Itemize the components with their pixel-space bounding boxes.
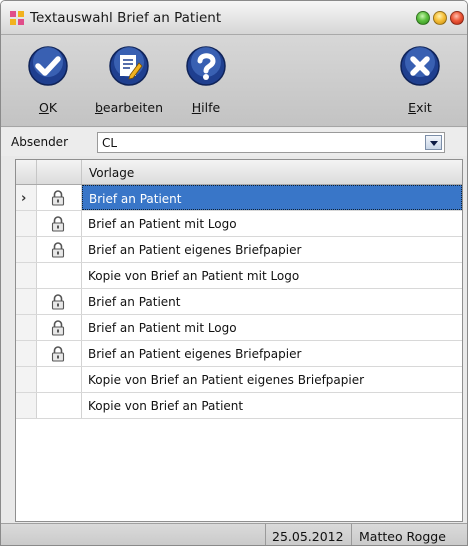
status-bar: 25.05.2012 Matteo Rogge <box>1 523 467 545</box>
bearbeiten-label: earbeiten <box>102 100 164 115</box>
row-vorlage-cell[interactable]: Brief an Patient mit Logo <box>82 315 462 340</box>
absender-value: CL <box>102 136 118 150</box>
lock-icon <box>51 346 65 362</box>
exit-button[interactable]: Exit <box>385 45 455 125</box>
lock-icon <box>51 216 65 232</box>
exit-label: xit <box>416 100 432 115</box>
table-row[interactable]: Kopie von Brief an Patient <box>16 393 462 419</box>
header-vorlage-label: Vorlage <box>89 166 135 180</box>
hilfe-mnemonic: H <box>191 100 202 115</box>
maximize-button[interactable] <box>416 11 430 25</box>
ok-mnemonic: O <box>38 100 49 115</box>
window-title: Textauswahl Brief an Patient <box>30 10 222 26</box>
ok-label: K <box>48 100 58 115</box>
close-x-icon <box>400 46 440 86</box>
toolbar: OK bearbeiten Hilfe Exit <box>1 35 467 127</box>
row-indicator[interactable] <box>16 237 37 262</box>
row-indicator[interactable] <box>16 211 37 236</box>
row-vorlage-cell[interactable]: Brief an Patient <box>82 185 462 210</box>
row-lock-cell <box>37 263 82 288</box>
row-indicator[interactable] <box>16 341 37 366</box>
bearbeiten-button[interactable]: bearbeiten <box>94 45 164 125</box>
app-window: Textauswahl Brief an Patient OK bearbeit… <box>0 0 468 546</box>
minimize-button[interactable] <box>433 11 447 25</box>
table-row[interactable]: › Brief an Patient <box>16 185 462 211</box>
row-lock-cell <box>37 315 82 340</box>
row-vorlage-cell[interactable]: Kopie von Brief an Patient mit Logo <box>82 263 462 288</box>
header-indicator-column <box>16 160 37 184</box>
table-row[interactable]: Brief an Patient <box>16 289 462 315</box>
lock-icon <box>51 294 65 310</box>
app-icon <box>10 11 24 25</box>
table-row[interactable]: Brief an Patient mit Logo <box>16 211 462 237</box>
table-row[interactable]: Brief an Patient eigenes Briefpapier <box>16 237 462 263</box>
row-vorlage-cell[interactable]: Brief an Patient <box>82 289 462 314</box>
checkmark-icon <box>28 46 68 86</box>
row-indicator[interactable] <box>16 393 37 418</box>
title-bar: Textauswahl Brief an Patient <box>1 1 467 35</box>
row-vorlage-cell[interactable]: Kopie von Brief an Patient <box>82 393 462 418</box>
ok-button[interactable]: OK <box>13 45 83 125</box>
table-row[interactable]: Kopie von Brief an Patient mit Logo <box>16 263 462 289</box>
header-vorlage-column[interactable]: Vorlage <box>82 160 462 184</box>
absender-label: Absender <box>11 135 68 149</box>
table-row[interactable]: Brief an Patient mit Logo <box>16 315 462 341</box>
row-vorlage-cell[interactable]: Brief an Patient mit Logo <box>82 211 462 236</box>
header-icon-column <box>37 160 82 184</box>
row-lock-cell <box>37 341 82 366</box>
row-indicator[interactable] <box>16 315 37 340</box>
row-indicator[interactable] <box>16 263 37 288</box>
lock-icon <box>51 190 65 206</box>
row-vorlage-cell[interactable]: Brief an Patient eigenes Briefpapier <box>82 341 462 366</box>
row-indicator[interactable] <box>16 367 37 392</box>
row-vorlage-cell[interactable]: Brief an Patient eigenes Briefpapier <box>82 237 462 262</box>
row-lock-cell <box>37 289 82 314</box>
lock-icon <box>51 242 65 258</box>
status-user: Matteo Rogge <box>359 529 446 544</box>
table-row[interactable]: Brief an Patient eigenes Briefpapier <box>16 341 462 367</box>
row-lock-cell <box>37 393 82 418</box>
close-window-button[interactable] <box>450 11 464 25</box>
current-row-arrow-icon: › <box>21 191 27 206</box>
row-lock-cell <box>37 211 82 236</box>
hilfe-button[interactable]: Hilfe <box>171 45 241 125</box>
row-lock-cell <box>37 237 82 262</box>
row-indicator[interactable] <box>16 289 37 314</box>
absender-select[interactable]: CL <box>97 132 445 153</box>
hilfe-label: ilfe <box>201 100 221 115</box>
absender-row: Absender CL <box>1 128 467 156</box>
table-row[interactable]: Kopie von Brief an Patient eigenes Brief… <box>16 367 462 393</box>
bearbeiten-mnemonic: b <box>94 100 103 115</box>
edit-document-icon <box>109 46 149 86</box>
vorlage-table: Vorlage › Brief an Patient Brief an Patien… <box>15 159 463 522</box>
row-lock-cell <box>37 367 82 392</box>
table-header: Vorlage <box>16 160 462 185</box>
lock-icon <box>51 320 65 336</box>
row-vorlage-cell[interactable]: Kopie von Brief an Patient eigenes Brief… <box>82 367 462 392</box>
status-date: 25.05.2012 <box>265 524 352 545</box>
question-icon <box>186 46 226 86</box>
row-indicator[interactable]: › <box>16 185 37 210</box>
row-lock-cell <box>37 185 82 210</box>
dropdown-arrow-icon[interactable] <box>425 135 442 150</box>
exit-mnemonic: E <box>408 100 417 115</box>
